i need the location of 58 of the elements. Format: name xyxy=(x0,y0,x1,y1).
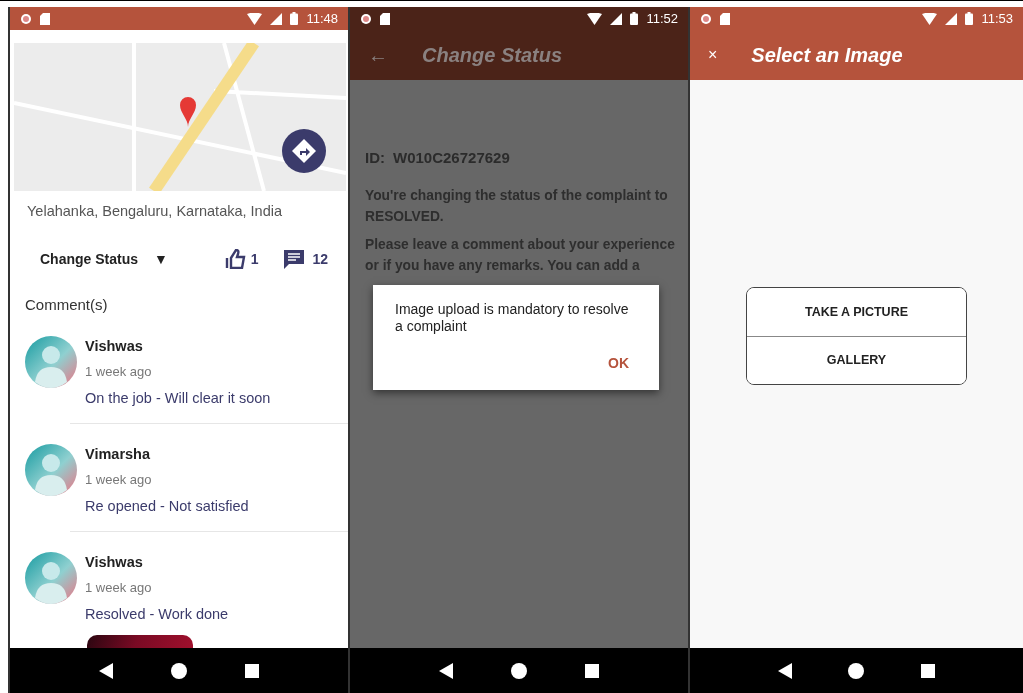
battery-icon xyxy=(630,12,639,25)
sd-card-icon xyxy=(40,12,50,25)
status-message: You're changing the status of the complaint to RESOLVED. xyxy=(364,186,669,226)
comments-heading: Comment(s) xyxy=(24,294,109,315)
signal-icon xyxy=(610,12,623,25)
battery-icon xyxy=(965,12,974,25)
comment-count: 12 xyxy=(312,249,328,269)
thumbs-up-icon xyxy=(224,249,247,270)
wifi-icon xyxy=(922,12,938,25)
screen-title: Select an Image xyxy=(751,43,903,68)
commenter-name: Vimarsha xyxy=(85,445,152,465)
back-icon xyxy=(99,663,113,679)
comment-icon xyxy=(284,249,305,269)
recents-icon xyxy=(920,664,935,678)
home-icon xyxy=(511,663,527,679)
home-icon xyxy=(171,663,187,679)
id-label: ID: xyxy=(365,148,385,168)
change-status-dropdown[interactable]: Change Status ▼ xyxy=(40,248,168,270)
avatar-icon xyxy=(25,552,77,605)
comment-time: 1 week ago xyxy=(85,471,153,489)
back-icon xyxy=(778,663,793,679)
sd-card-icon xyxy=(720,12,730,25)
signal-icon xyxy=(945,12,958,25)
location-address: Yelahanka, Bengaluru, Karnataka, India xyxy=(26,202,284,221)
home-icon xyxy=(848,663,865,679)
instructions-text: Please leave a comment about your experience or if you have any remarks. You can add a xyxy=(364,235,676,275)
back-icon xyxy=(439,663,453,679)
comment-text: Resolved - Work done xyxy=(85,604,229,624)
sd-card-icon xyxy=(380,12,390,25)
status-time: 11:52 xyxy=(646,9,678,28)
comment-text: Re opened - Not satisfied xyxy=(85,496,249,516)
like-count: 1 xyxy=(250,249,259,269)
comment-time: 1 week ago xyxy=(85,579,153,597)
recents-icon xyxy=(245,664,259,678)
status-time: 11:48 xyxy=(306,9,338,28)
avatar-icon xyxy=(25,336,77,389)
direction-sign-icon xyxy=(291,138,317,164)
comment-time: 1 week ago xyxy=(85,363,153,381)
signal-icon xyxy=(270,12,283,25)
avatar-icon xyxy=(25,444,77,497)
ok-button[interactable]: OK xyxy=(608,353,629,374)
back-button[interactable]: ← xyxy=(368,40,388,70)
commenter-name: Vishwas xyxy=(85,337,144,357)
record-icon xyxy=(360,12,372,25)
screen-title: Change Status xyxy=(422,43,563,68)
option-button[interactable]: GALLERY xyxy=(747,336,966,384)
comment-text: On the job - Will clear it soon xyxy=(85,388,271,408)
recents-icon xyxy=(585,664,599,678)
dialog-message: Image upload is mandatory to resolve a complaint xyxy=(395,301,630,335)
wifi-icon xyxy=(587,12,603,25)
close-button[interactable]: × xyxy=(708,43,718,67)
battery-icon xyxy=(290,12,299,25)
complaint-id: W010C26727629 xyxy=(393,148,510,168)
record-icon xyxy=(20,12,32,25)
commenter-name: Vishwas xyxy=(85,553,144,573)
record-icon xyxy=(700,12,712,25)
status-time: 11:53 xyxy=(981,9,1013,28)
wifi-icon xyxy=(247,12,263,25)
